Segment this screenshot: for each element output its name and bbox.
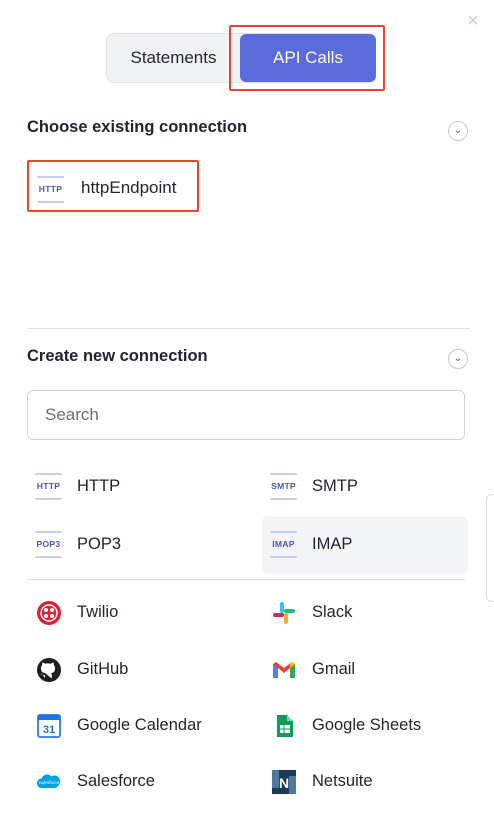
app-item-label: GitHub [77, 660, 129, 678]
gmail-icon [273, 662, 295, 678]
slack-icon [273, 602, 295, 624]
app-item-label: Slack [312, 603, 353, 621]
section-divider [27, 328, 470, 329]
app-item-label: Salesforce [77, 772, 155, 790]
search-input[interactable] [27, 390, 465, 440]
app-item-label: Gmail [312, 660, 356, 678]
github-icon [37, 658, 61, 682]
connection-item-label: IMAP [312, 535, 353, 553]
svg-text:31: 31 [43, 724, 55, 736]
close-button[interactable]: × [464, 10, 482, 32]
salesforce-icon: salesforce [37, 774, 60, 788]
svg-text:N: N [279, 775, 289, 791]
chevron-down-icon: ⌄ [453, 353, 463, 364]
existing-connection-http-endpoint[interactable]: HTTP httpEndpoint [27, 160, 199, 212]
tab-statements[interactable]: Statements [107, 34, 240, 82]
google-calendar-icon: 31 [37, 714, 61, 738]
connection-item-netsuite[interactable]: N Netsuite [262, 762, 468, 802]
existing-connection-title: Choose existing connection [27, 118, 248, 136]
app-item-label: Twilio [77, 603, 119, 621]
connection-item-slack[interactable]: Slack [262, 593, 468, 633]
twilio-icon [37, 601, 61, 625]
connection-item-salesforce[interactable]: salesforce Salesforce [27, 762, 233, 802]
connection-item-pop3[interactable]: POP3 POP3 [27, 516, 233, 574]
panel-resize-handle[interactable] [486, 494, 494, 602]
connection-item-http[interactable]: HTTP HTTP [27, 458, 233, 516]
http-protocol-icon: HTTP [37, 176, 64, 203]
app-item-label: Netsuite [312, 772, 373, 790]
google-sheets-icon [277, 715, 293, 737]
app-item-label: Google Sheets [312, 716, 422, 734]
connection-item-github[interactable]: GitHub [27, 650, 233, 690]
connection-item-label: POP3 [77, 535, 122, 553]
netsuite-icon: N [272, 770, 296, 794]
imap-protocol-icon: IMAP [270, 531, 297, 558]
app-item-label: Google Calendar [77, 716, 202, 734]
connection-item-twilio[interactable]: Twilio [27, 593, 233, 633]
close-icon: × [467, 10, 479, 32]
tab-api-calls[interactable]: API Calls [240, 34, 376, 82]
connection-item-label: SMTP [312, 477, 358, 495]
connection-item-google-sheets[interactable]: Google Sheets [262, 706, 468, 746]
connection-item-google-calendar[interactable]: 31 Google Calendar [27, 706, 233, 746]
connection-item-label: HTTP [77, 477, 121, 495]
connection-item-gmail[interactable]: Gmail [262, 650, 468, 690]
smtp-protocol-icon: SMTP [270, 473, 297, 500]
existing-collapse-button[interactable]: ⌄ [448, 121, 468, 141]
apps-divider [27, 579, 465, 580]
create-collapse-button[interactable]: ⌄ [448, 349, 468, 369]
create-connection-title: Create new connection [27, 347, 208, 365]
connection-item-imap[interactable]: IMAP IMAP [262, 516, 468, 574]
svg-text:salesforce: salesforce [39, 780, 60, 785]
mode-tabs: Statements API Calls [106, 33, 376, 83]
chevron-down-icon: ⌄ [453, 125, 463, 136]
existing-connection-label: httpEndpoint [81, 178, 177, 197]
pop3-protocol-icon: POP3 [35, 531, 62, 558]
connection-item-smtp[interactable]: SMTP SMTP [262, 458, 468, 516]
http-protocol-icon: HTTP [35, 473, 62, 500]
